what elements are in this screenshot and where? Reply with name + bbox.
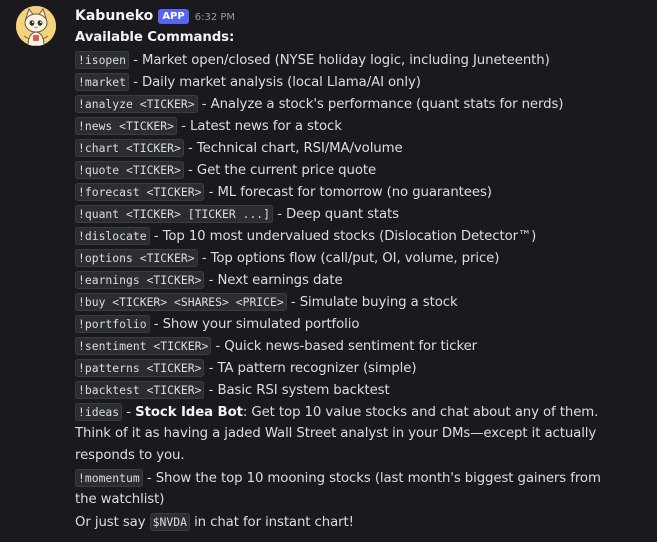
command-code: !market (75, 73, 130, 91)
command-line: !market - Daily market analysis (local L… (75, 71, 650, 93)
command-line: !dislocate - Top 10 most undervalued sto… (75, 225, 650, 247)
footer-suffix: in chat for instant chart! (194, 515, 354, 530)
command-dash: - (208, 185, 214, 200)
command-code: !momentum (75, 469, 143, 487)
command-code: !sentiment <TICKER> (75, 337, 212, 355)
ideas-description-line-3: responds to you. (75, 448, 185, 463)
command-line: !earnings <TICKER> - Next earnings date (75, 269, 650, 291)
command-dash: - (153, 229, 159, 244)
command-line: !news <TICKER> - Latest news for a stock (75, 115, 650, 137)
command-code: !chart <TICKER> (75, 139, 184, 157)
command-dash: - (188, 163, 193, 178)
command-description: Market open/closed (NYSE holiday logic, … (142, 53, 550, 68)
command-description: Analyze a stock's performance (quant sta… (210, 97, 564, 112)
command-line: !patterns <TICKER> - TA pattern recogniz… (75, 357, 650, 379)
command-description: Get the current price quote (196, 163, 377, 178)
command-line: !portfolio - Show your simulated portfol… (75, 313, 650, 335)
app-badge: APP (158, 8, 189, 24)
command-code: !backtest <TICKER> (75, 381, 205, 399)
command-description: ML forecast for tomorrow (no guarantees) (217, 185, 492, 200)
command-dash: - (201, 97, 207, 112)
command-code: !dislocate (75, 227, 150, 245)
message-timestamp[interactable]: 6:32 PM (195, 12, 235, 23)
command-dash: - (277, 207, 282, 222)
message-content: Kabuneko APP 6:32 PM Available Commands:… (75, 5, 650, 533)
command-line-ideas: !ideas - Stock Idea Bot: Get top 10 valu… (75, 401, 650, 423)
ideas-description-line-2: Think of it as having a jaded Wall Stree… (75, 426, 597, 441)
commands-heading: Available Commands: (75, 30, 235, 45)
command-dash: - (290, 295, 296, 310)
command-list: !isopen - Market open/closed (NYSE holid… (75, 49, 650, 401)
message-body: Available Commands: !isopen - Market ope… (75, 27, 650, 533)
command-description: Basic RSI system backtest (217, 383, 390, 398)
command-dash: - (208, 273, 214, 288)
command-line: !sentiment <TICKER> - Quick news-based s… (75, 335, 650, 357)
command-dash: - (208, 383, 214, 398)
ticker-example-code: $NVDA (149, 513, 190, 531)
footer-line: Or just say $NVDA in chat for instant ch… (75, 511, 650, 533)
command-dash: - (133, 53, 138, 68)
command-dash: - (133, 75, 138, 90)
command-dash: - (188, 141, 193, 156)
command-description: Show your simulated portfolio (162, 317, 360, 332)
command-dash: - (208, 361, 214, 376)
command-dash: - (215, 339, 221, 354)
command-line: !analyze <TICKER> - Analyze a stock's pe… (75, 93, 650, 115)
command-line: !forecast <TICKER> - ML forecast for tom… (75, 181, 650, 203)
command-description: : Get top 10 value stocks and chat about… (242, 405, 599, 420)
command-code: !quant <TICKER> [TICKER ...] (75, 205, 274, 223)
stock-idea-bot-label: Stock Idea Bot (135, 405, 243, 420)
command-description: Show the top 10 mooning stocks (last mon… (155, 471, 601, 486)
command-code: !ideas (75, 403, 123, 421)
command-code: !options <TICKER> (75, 249, 198, 267)
cat-avatar-icon (16, 6, 56, 46)
username[interactable]: Kabuneko (75, 8, 153, 24)
command-dash: - (126, 405, 131, 420)
command-dash: - (181, 119, 186, 134)
command-line: !chart <TICKER> - Technical chart, RSI/M… (75, 137, 650, 159)
command-description: TA pattern recognizer (simple) (217, 361, 417, 376)
command-description: Latest news for a stock (190, 119, 342, 134)
command-code: !forecast <TICKER> (75, 183, 205, 201)
command-line: !buy <TICKER> <SHARES> <PRICE> - Simulat… (75, 291, 650, 313)
command-code: !buy <TICKER> <SHARES> <PRICE> (75, 293, 287, 311)
command-code: !isopen (75, 51, 130, 69)
command-code: !quote <TICKER> (75, 161, 184, 179)
momentum-description-line-2: the watchlist) (75, 492, 165, 507)
command-description: Deep quant stats (286, 207, 399, 222)
command-code: !patterns <TICKER> (75, 359, 205, 377)
footer-prefix: Or just say (75, 515, 146, 530)
command-dash: - (146, 471, 152, 486)
command-description: Top options flow (call/put, OI, volume, … (210, 251, 500, 266)
command-line-momentum: !momentum - Show the top 10 mooning stoc… (75, 467, 650, 489)
command-description: Technical chart, RSI/MA/volume (196, 141, 403, 156)
command-line: !isopen - Market open/closed (NYSE holid… (75, 49, 650, 71)
command-description: Simulate buying a stock (299, 295, 458, 310)
command-line: !backtest <TICKER> - Basic RSI system ba… (75, 379, 650, 401)
command-line: !quote <TICKER> - Get the current price … (75, 159, 650, 181)
command-code: !analyze <TICKER> (75, 95, 198, 113)
command-dash: - (201, 251, 207, 266)
command-line: !quant <TICKER> [TICKER ...] - Deep quan… (75, 203, 650, 225)
command-code: !portfolio (75, 315, 150, 333)
command-dash: - (153, 317, 159, 332)
command-code: !news <TICKER> (75, 117, 178, 135)
command-description: Daily market analysis (local Llama/AI on… (142, 75, 421, 90)
command-line: !options <TICKER> - Top options flow (ca… (75, 247, 650, 269)
message-header: Kabuneko APP 6:32 PM (75, 5, 650, 27)
avatar[interactable] (16, 6, 56, 46)
command-description: Top 10 most undervalued stocks (Dislocat… (162, 229, 537, 244)
command-description: Next earnings date (217, 273, 343, 288)
chat-message: Kabuneko APP 6:32 PM Available Commands:… (0, 0, 657, 542)
command-code: !earnings <TICKER> (75, 271, 205, 289)
command-description: Quick news-based sentiment for ticker (224, 339, 478, 354)
